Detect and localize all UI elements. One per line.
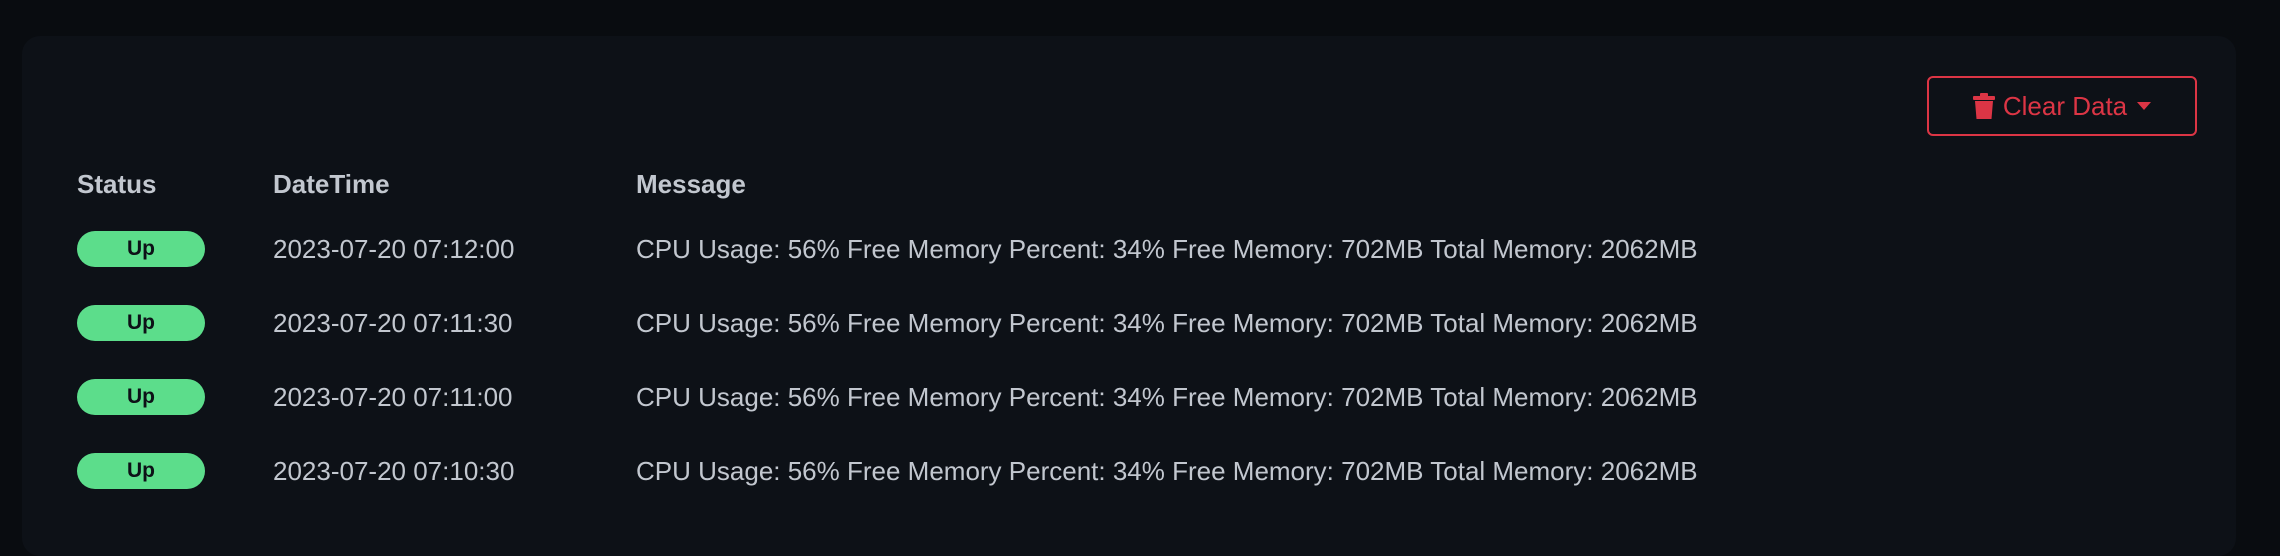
header-message: Message — [636, 168, 746, 199]
row-message: CPU Usage: 56% Free Memory Percent: 34% … — [636, 381, 1698, 412]
row-message: CPU Usage: 56% Free Memory Percent: 34% … — [636, 307, 1698, 338]
header-datetime: DateTime — [273, 168, 390, 199]
status-badge: Up — [77, 453, 205, 489]
trash-icon — [1972, 93, 1995, 119]
events-table: Status DateTime Message Up 2023-07-20 07… — [77, 156, 1698, 508]
status-badge: Up — [77, 379, 205, 415]
table-row: Up 2023-07-20 07:11:30 CPU Usage: 56% Fr… — [77, 286, 1698, 360]
table-header-row: Status DateTime Message — [77, 156, 1698, 212]
row-datetime: 2023-07-20 07:11:00 — [273, 381, 513, 412]
clear-data-label: Clear Data — [2002, 90, 2128, 121]
table-row: Up 2023-07-20 07:10:30 CPU Usage: 56% Fr… — [77, 434, 1698, 508]
events-panel: Clear Data Status DateTime Message Up 20… — [22, 36, 2236, 556]
row-datetime: 2023-07-20 07:10:30 — [273, 455, 515, 486]
row-message: CPU Usage: 56% Free Memory Percent: 34% … — [636, 233, 1698, 264]
row-datetime: 2023-07-20 07:12:00 — [273, 233, 515, 264]
table-row: Up 2023-07-20 07:12:00 CPU Usage: 56% Fr… — [77, 212, 1698, 286]
table-row: Up 2023-07-20 07:11:00 CPU Usage: 56% Fr… — [77, 360, 1698, 434]
status-badge: Up — [77, 305, 205, 341]
clear-data-button[interactable]: Clear Data — [1927, 76, 2197, 136]
header-status: Status — [77, 168, 157, 199]
caret-down-icon — [2137, 102, 2152, 110]
status-badge: Up — [77, 231, 205, 267]
row-datetime: 2023-07-20 07:11:30 — [273, 307, 513, 338]
row-message: CPU Usage: 56% Free Memory Percent: 34% … — [636, 455, 1698, 486]
